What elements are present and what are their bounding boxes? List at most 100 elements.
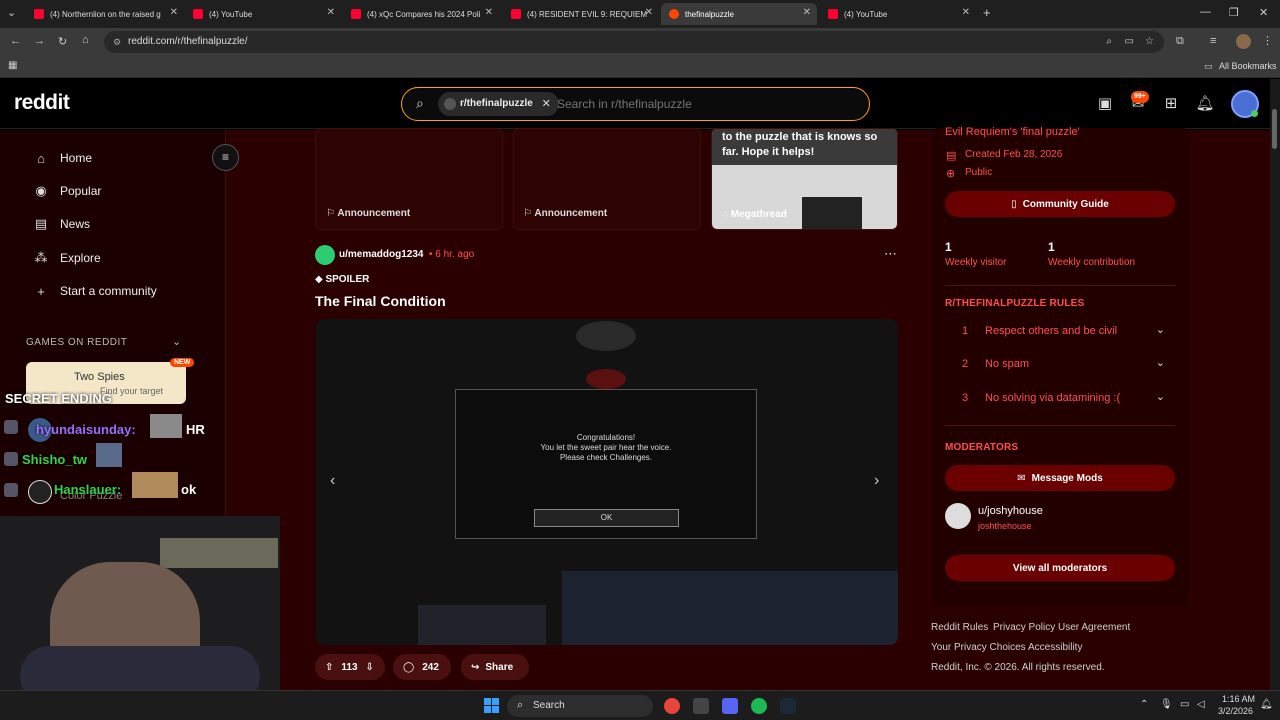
author-avatar[interactable]	[315, 245, 335, 265]
browser-tab[interactable]: (4) YouTube ✕	[185, 3, 341, 25]
clear-chip-icon[interactable]: ✕	[542, 92, 551, 116]
collapse-nav-icon[interactable]: ≡	[212, 144, 239, 171]
spotify-icon[interactable]	[751, 698, 767, 714]
back-icon[interactable]: ←	[10, 35, 21, 47]
visibility: Public	[965, 167, 993, 178]
minimize-icon[interactable]: —	[1200, 6, 1211, 18]
footer-link[interactable]: Accessibility	[1028, 642, 1082, 653]
extensions-icon[interactable]: ⧉	[1176, 35, 1184, 48]
chrome-icon[interactable]	[664, 698, 680, 714]
created-date: Created Feb 28, 2026	[965, 149, 1063, 160]
footer-link[interactable]: Your Privacy Choices	[931, 642, 1026, 653]
carousel-prev-icon[interactable]: ‹	[330, 472, 335, 490]
rule-item[interactable]: 2 No spam ⌄	[945, 355, 1175, 375]
moderator-name[interactable]: u/joshyhouse	[978, 505, 1043, 517]
footer-link[interactable]: Reddit Rules	[931, 622, 988, 633]
create-post-icon[interactable]: ⊞	[1160, 93, 1182, 115]
post-author[interactable]: u/memaddog1234	[339, 249, 423, 260]
mic-icon[interactable]: 🎙︎	[1160, 699, 1173, 710]
browser-tab[interactable]: (4) xQc Compares his 2024 Poli ✕	[343, 3, 499, 25]
upvote-icon[interactable]: ⇧	[325, 662, 333, 673]
chat-username: hyundaisunday:	[36, 422, 136, 437]
community-guide-button[interactable]: ▯ Community Guide	[945, 191, 1175, 217]
reload-icon[interactable]: ↻	[58, 35, 67, 48]
page-scrollbar[interactable]	[1270, 79, 1280, 690]
message-mods-button[interactable]: ✉ Message Mods	[945, 465, 1175, 491]
taskbar-search[interactable]: ⌕ Search	[507, 695, 653, 717]
chevron-down-icon[interactable]: ⌄	[1156, 323, 1165, 336]
bell-icon[interactable]: 🔔︎	[1194, 93, 1216, 115]
new-tab-button[interactable]: +	[983, 5, 991, 20]
pinned-card-megathread[interactable]: to the puzzle that is knows so far. Hope…	[711, 128, 898, 230]
card-thumbnail	[802, 197, 862, 229]
footer-link[interactable]: User Agreement	[1058, 622, 1130, 633]
pinned-tag: ⚐ Announcement	[523, 208, 608, 219]
clock-date[interactable]: 3/2/2026	[1218, 706, 1253, 716]
advertise-icon[interactable]: ▣	[1094, 93, 1116, 115]
search-input[interactable]	[557, 94, 847, 114]
zoom-icon[interactable]: ⌕	[1106, 31, 1112, 53]
close-icon[interactable]: ✕	[327, 7, 335, 18]
post-title[interactable]: The Final Condition	[315, 293, 446, 309]
app-icon[interactable]	[693, 698, 709, 714]
close-window-icon[interactable]: ✕	[1259, 6, 1268, 19]
chevron-up-icon[interactable]: ⌄	[172, 335, 181, 348]
sidebar-item-home[interactable]: ⌂ Home	[32, 146, 92, 170]
apps-grid-icon[interactable]: ▦	[8, 60, 17, 71]
url-field[interactable]: ⚙ reddit.com/r/thefinalpuzzle/ ⌕ ▭ ☆	[104, 31, 1164, 53]
windows-start-icon[interactable]	[484, 698, 500, 714]
browser-tab-active[interactable]: thefinalpuzzle ✕	[661, 3, 817, 25]
home-icon[interactable]: ⌂	[82, 34, 89, 46]
close-icon[interactable]: ✕	[803, 7, 811, 18]
cast-icon[interactable]: ▭	[1125, 31, 1134, 53]
tab-search-icon[interactable]: ⌄	[7, 6, 16, 19]
sidebar-item-explore[interactable]: ⁂ Explore	[32, 246, 101, 270]
sidebar-item-start-community[interactable]: + Start a community	[32, 279, 157, 303]
all-bookmarks[interactable]: All Bookmarks	[1219, 61, 1277, 71]
browser-tab[interactable]: (4) RESIDENT EVIL 9: REQUIEM ✕	[503, 3, 659, 25]
post-media[interactable]: Congratulations! You let the sweet pair …	[316, 319, 898, 645]
discord-icon[interactable]	[722, 698, 738, 714]
close-icon[interactable]: ✕	[962, 7, 970, 18]
more-options-icon[interactable]: ⋯	[884, 246, 897, 262]
close-icon[interactable]: ✕	[170, 7, 178, 18]
reddit-logo[interactable]: reddit	[14, 91, 70, 115]
carousel-next-icon[interactable]: ›	[874, 472, 879, 490]
sidebar-item-popular[interactable]: ◉ Popular	[32, 179, 101, 203]
chevron-down-icon[interactable]: ⌄	[1156, 390, 1165, 403]
browser-tab[interactable]: (4) Northernlion on the raised g ✕	[26, 3, 184, 25]
share-button[interactable]: ↪ Share	[461, 654, 529, 680]
scroll-thumb[interactable]	[1272, 109, 1277, 149]
search-bar[interactable]: ⌕ r/thefinalpuzzle ✕	[401, 87, 870, 121]
chevron-down-icon[interactable]: ⌄	[1156, 356, 1165, 369]
rule-item[interactable]: 3 No solving via datamining :( ⌄	[945, 389, 1175, 409]
clock-time[interactable]: 1:16 AM	[1222, 694, 1255, 704]
pinned-tag: ◌ Megathread	[722, 209, 787, 220]
view-all-moderators-button[interactable]: View all moderators	[945, 555, 1175, 581]
browser-tab[interactable]: (4) YouTube ✕	[820, 3, 976, 25]
downvote-icon[interactable]: ⇩	[366, 662, 374, 673]
rule-item[interactable]: 1 Respect others and be civil ⌄	[945, 322, 1175, 342]
footer-link[interactable]: Privacy Policy	[993, 622, 1055, 633]
close-icon[interactable]: ✕	[645, 7, 653, 18]
vote-bar[interactable]: ⇧ 113 ⇩	[315, 654, 385, 680]
comments-button[interactable]: ◯ 242	[393, 654, 451, 680]
site-info-icon[interactable]: ⚙	[113, 31, 121, 53]
volume-icon[interactable]: ◁	[1197, 699, 1205, 710]
sidebar-item-news[interactable]: ▤ News	[32, 212, 90, 236]
profile-avatar[interactable]	[1236, 34, 1251, 49]
bookmark-star-icon[interactable]: ☆	[1145, 31, 1154, 53]
rule-number: 2	[962, 358, 969, 370]
maximize-icon[interactable]: ❐	[1229, 6, 1239, 19]
forward-icon[interactable]: →	[34, 35, 45, 47]
moderator-avatar[interactable]	[945, 503, 971, 529]
section-games-header[interactable]: GAMES ON REDDIT	[26, 337, 127, 348]
close-icon[interactable]: ✕	[485, 7, 493, 18]
notifications-icon[interactable]: 🔔︎	[1260, 699, 1273, 710]
steam-icon[interactable]	[780, 698, 796, 714]
menu-dots-icon[interactable]: ⋮	[1262, 34, 1273, 47]
network-icon[interactable]: ▭	[1180, 699, 1189, 710]
subreddit-chip[interactable]: r/thefinalpuzzle ✕	[438, 92, 559, 116]
tray-chevron-icon[interactable]: ⌃	[1140, 699, 1148, 710]
reading-list-icon[interactable]: ≡	[1210, 35, 1216, 47]
